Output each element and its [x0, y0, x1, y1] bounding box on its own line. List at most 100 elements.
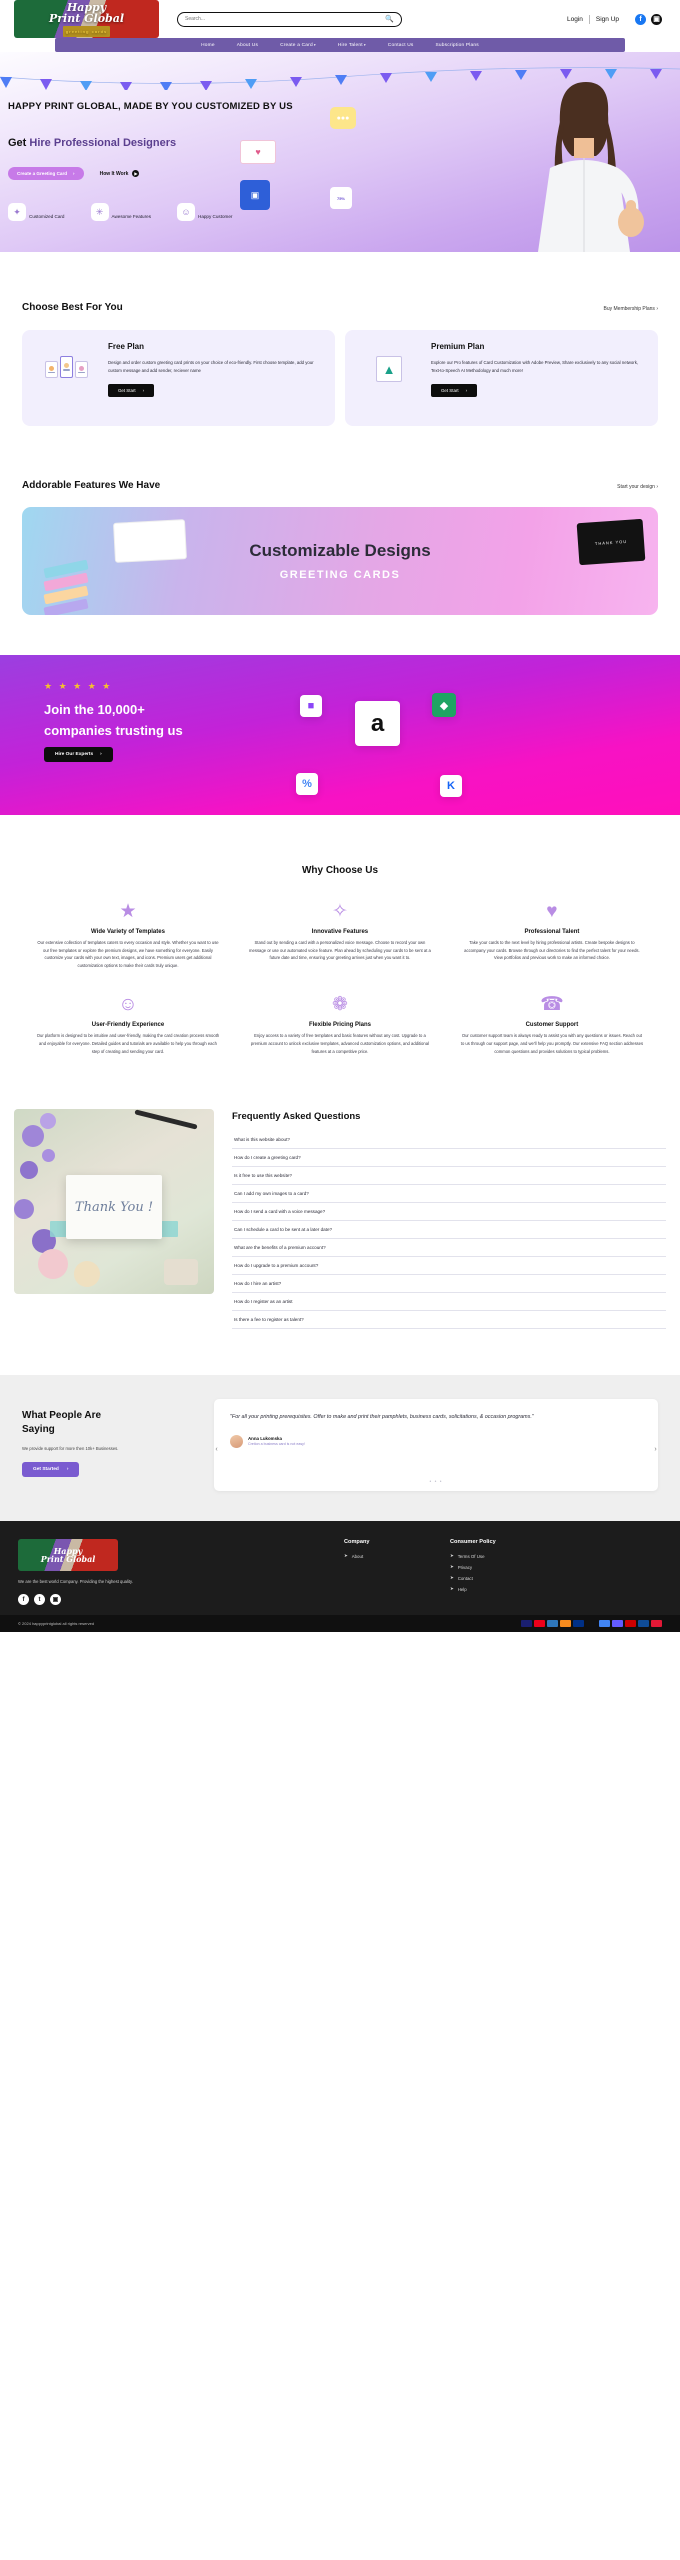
- footer-link-label: Terms Of Use: [457, 1553, 485, 1559]
- button-label: Get Started: [33, 1467, 59, 1473]
- twitch-icon: ■: [307, 700, 315, 712]
- plans-grid: Free Plan Design and order custom greeti…: [22, 330, 658, 426]
- footer-link-terms-of-use[interactable]: ➤ Terms Of Use: [450, 1553, 530, 1559]
- create-greeting-card-button[interactable]: Create a Greeting Card ›: [8, 167, 84, 180]
- nav-label: Contact Us: [387, 42, 414, 48]
- testimonial-quote: "For all your printing prerequisites. Of…: [230, 1414, 534, 1421]
- plan-title: Free Plan: [108, 342, 145, 351]
- nav-item-create-a-card[interactable]: Create a Card▾: [280, 43, 316, 48]
- plan-title: Premium Plan: [431, 342, 485, 351]
- play-circle-icon[interactable]: ▶: [132, 170, 140, 177]
- faq-item[interactable]: How do I send a card with a voice messag…: [232, 1203, 666, 1222]
- features-section: Addorable Features We Have Start your de…: [0, 480, 680, 615]
- box-decoration: [164, 1259, 198, 1286]
- nav-label: Hire Talent: [337, 42, 363, 48]
- instagram-icon[interactable]: ▣: [651, 13, 662, 25]
- testimonial-pagination-dots[interactable]: • • •: [214, 1479, 658, 1485]
- plan-description: Explore our Pro features of Card Customi…: [431, 360, 639, 373]
- why-card-title: Innovative Features: [311, 929, 369, 935]
- award-ribbon-icon: ★: [119, 901, 137, 922]
- image-placeholder-icon: ▲: [357, 342, 421, 382]
- faq-item[interactable]: What are the benefits of a premium accou…: [232, 1239, 666, 1258]
- hero-sub-accent: Hire Professional Designers: [29, 137, 177, 149]
- hero-feature-awesome-features: ✳ Awesome Features: [90, 203, 151, 221]
- brand-tile-twitch[interactable]: ■: [300, 695, 322, 717]
- faq-item[interactable]: Is there a fee to register as talent?: [232, 1311, 666, 1330]
- banner-title: Customizable Designs: [249, 541, 431, 560]
- brand-tile-google[interactable]: %: [296, 773, 318, 795]
- nav-label: Subscription Plans: [435, 42, 479, 48]
- facebook-icon[interactable]: f: [18, 1594, 29, 1606]
- plans-header: Choose Best For You Buy Membership Plans…: [22, 302, 658, 313]
- faq-item[interactable]: Can I schedule a card to be sent at a la…: [232, 1221, 666, 1240]
- how-it-works-button[interactable]: How It Work ▶: [100, 170, 140, 177]
- brand-tile-kickstarter[interactable]: K: [440, 775, 462, 797]
- login-link[interactable]: Login: [567, 16, 583, 23]
- header-social-links: f ▣: [635, 13, 662, 25]
- button-label: Hire Our Experts: [55, 752, 94, 757]
- arrow-right-icon: ➤: [344, 1553, 348, 1559]
- faq-item[interactable]: Is it free to use this website?: [232, 1167, 666, 1186]
- faq-section: Thank You ! Frequently Asked Questions W…: [0, 1109, 680, 1330]
- footer-brand-column: Happy Print Global We are the best world…: [18, 1539, 168, 1606]
- faq-item[interactable]: How do I hire an artist?: [232, 1275, 666, 1294]
- search-input[interactable]: [185, 16, 386, 22]
- footer-link-privacy[interactable]: ➤ Privacy: [450, 1564, 530, 1570]
- logo-subtitle: greeting cards: [62, 25, 111, 37]
- nav-item-contact-us[interactable]: Contact Us: [388, 43, 414, 48]
- chevron-right-icon: ›: [100, 752, 102, 757]
- twitter-icon[interactable]: t: [34, 1594, 45, 1606]
- why-card-wide-variety-of-templates: ★ Wide Variety of Templates Our extensiv…: [22, 890, 234, 983]
- nav-item-about-us[interactable]: About Us: [237, 43, 258, 48]
- faq-item[interactable]: Can I add my own images to a card?: [232, 1185, 666, 1204]
- nav-item-home[interactable]: Home: [201, 43, 215, 48]
- facebook-icon[interactable]: f: [635, 13, 646, 25]
- faq-item[interactable]: How do I create a greeting card?: [232, 1149, 666, 1168]
- why-card-title: Wide Variety of Templates: [91, 929, 165, 935]
- unionpay-icon: [651, 1620, 662, 1628]
- buy-membership-plans-link[interactable]: Buy Membership Plans ›: [604, 306, 658, 312]
- customizable-designs-banner[interactable]: THANK YOU Customizable Designs GREETING …: [22, 507, 658, 615]
- faq-item[interactable]: How do I register as an artist: [232, 1293, 666, 1312]
- footer-link-help[interactable]: ➤ Help: [450, 1586, 530, 1592]
- why-card-text: Our platform is designed to be intuitive…: [36, 1033, 220, 1054]
- hero-feature-happy-customer: ☺ Happy Customer: [177, 203, 232, 221]
- footer-link-about[interactable]: ➤ About: [344, 1553, 424, 1559]
- search-icon[interactable]: 🔍: [385, 16, 394, 23]
- signup-link[interactable]: Sign Up: [596, 16, 619, 23]
- why-card-text: Take your cards to the next level by hir…: [464, 940, 640, 961]
- hero-feature-list: ✦ Customized Card ✳ Awesome Features ☺ H…: [8, 203, 328, 221]
- logo-line2: Print Global: [48, 11, 125, 25]
- main-navigation: Home About Us Create a Card▾ Hire Talent…: [55, 38, 625, 52]
- testimonial-next-button[interactable]: ›: [651, 1445, 660, 1454]
- free-plan-get-start-button[interactable]: Get Start ›: [108, 384, 155, 397]
- site-logo[interactable]: Happy Print Global greeting cards: [14, 0, 159, 38]
- brand-tile-zillow[interactable]: ◆: [432, 693, 456, 717]
- brand-tile-amazon[interactable]: a: [355, 701, 400, 746]
- plan-description: Design and order custom greeting card pr…: [108, 360, 314, 373]
- instagram-icon[interactable]: ▣: [50, 1594, 61, 1606]
- get-started-button[interactable]: Get Started ›: [22, 1462, 80, 1478]
- footer-link-contact[interactable]: ➤ Contact: [450, 1575, 530, 1581]
- testimonial-prev-button[interactable]: ‹: [212, 1445, 221, 1454]
- footer-logo[interactable]: Happy Print Global: [18, 1539, 118, 1572]
- testimonial-author-name: Anna Lukomska: [248, 1436, 282, 1442]
- start-your-design-link[interactable]: Start your design ›: [617, 484, 658, 490]
- kickstarter-icon: K: [447, 780, 455, 792]
- smiley-circle-icon: ☺: [118, 994, 138, 1016]
- features-header: Addorable Features We Have Start your de…: [22, 480, 658, 491]
- search-box[interactable]: 🔍: [177, 11, 402, 27]
- chevron-right-icon: ›: [73, 171, 75, 176]
- testimonial-author: Anna Lukomska Cretion a business card is…: [230, 1434, 642, 1448]
- faq-item[interactable]: How do I upgrade to a premium account?: [232, 1257, 666, 1276]
- nav-item-hire-talent[interactable]: Hire Talent▾: [338, 43, 366, 48]
- faq-title: Frequently Asked Questions: [232, 1111, 361, 1123]
- nav-item-subscription-plans[interactable]: Subscription Plans: [436, 43, 479, 48]
- why-card-title: Flexible Pricing Plans: [308, 1022, 371, 1029]
- hire-our-experts-button[interactable]: Hire Our Experts ›: [44, 747, 113, 762]
- amazon-icon: a: [370, 709, 385, 737]
- faq-item[interactable]: What is this website about?: [232, 1131, 666, 1150]
- premium-plan-get-start-button[interactable]: Get Start ›: [431, 384, 478, 397]
- why-choose-us-section: Why Choose Us ★ Wide Variety of Template…: [0, 865, 680, 1069]
- page-root: Happy Print Global greeting cards 🔍 Logi…: [0, 0, 680, 1633]
